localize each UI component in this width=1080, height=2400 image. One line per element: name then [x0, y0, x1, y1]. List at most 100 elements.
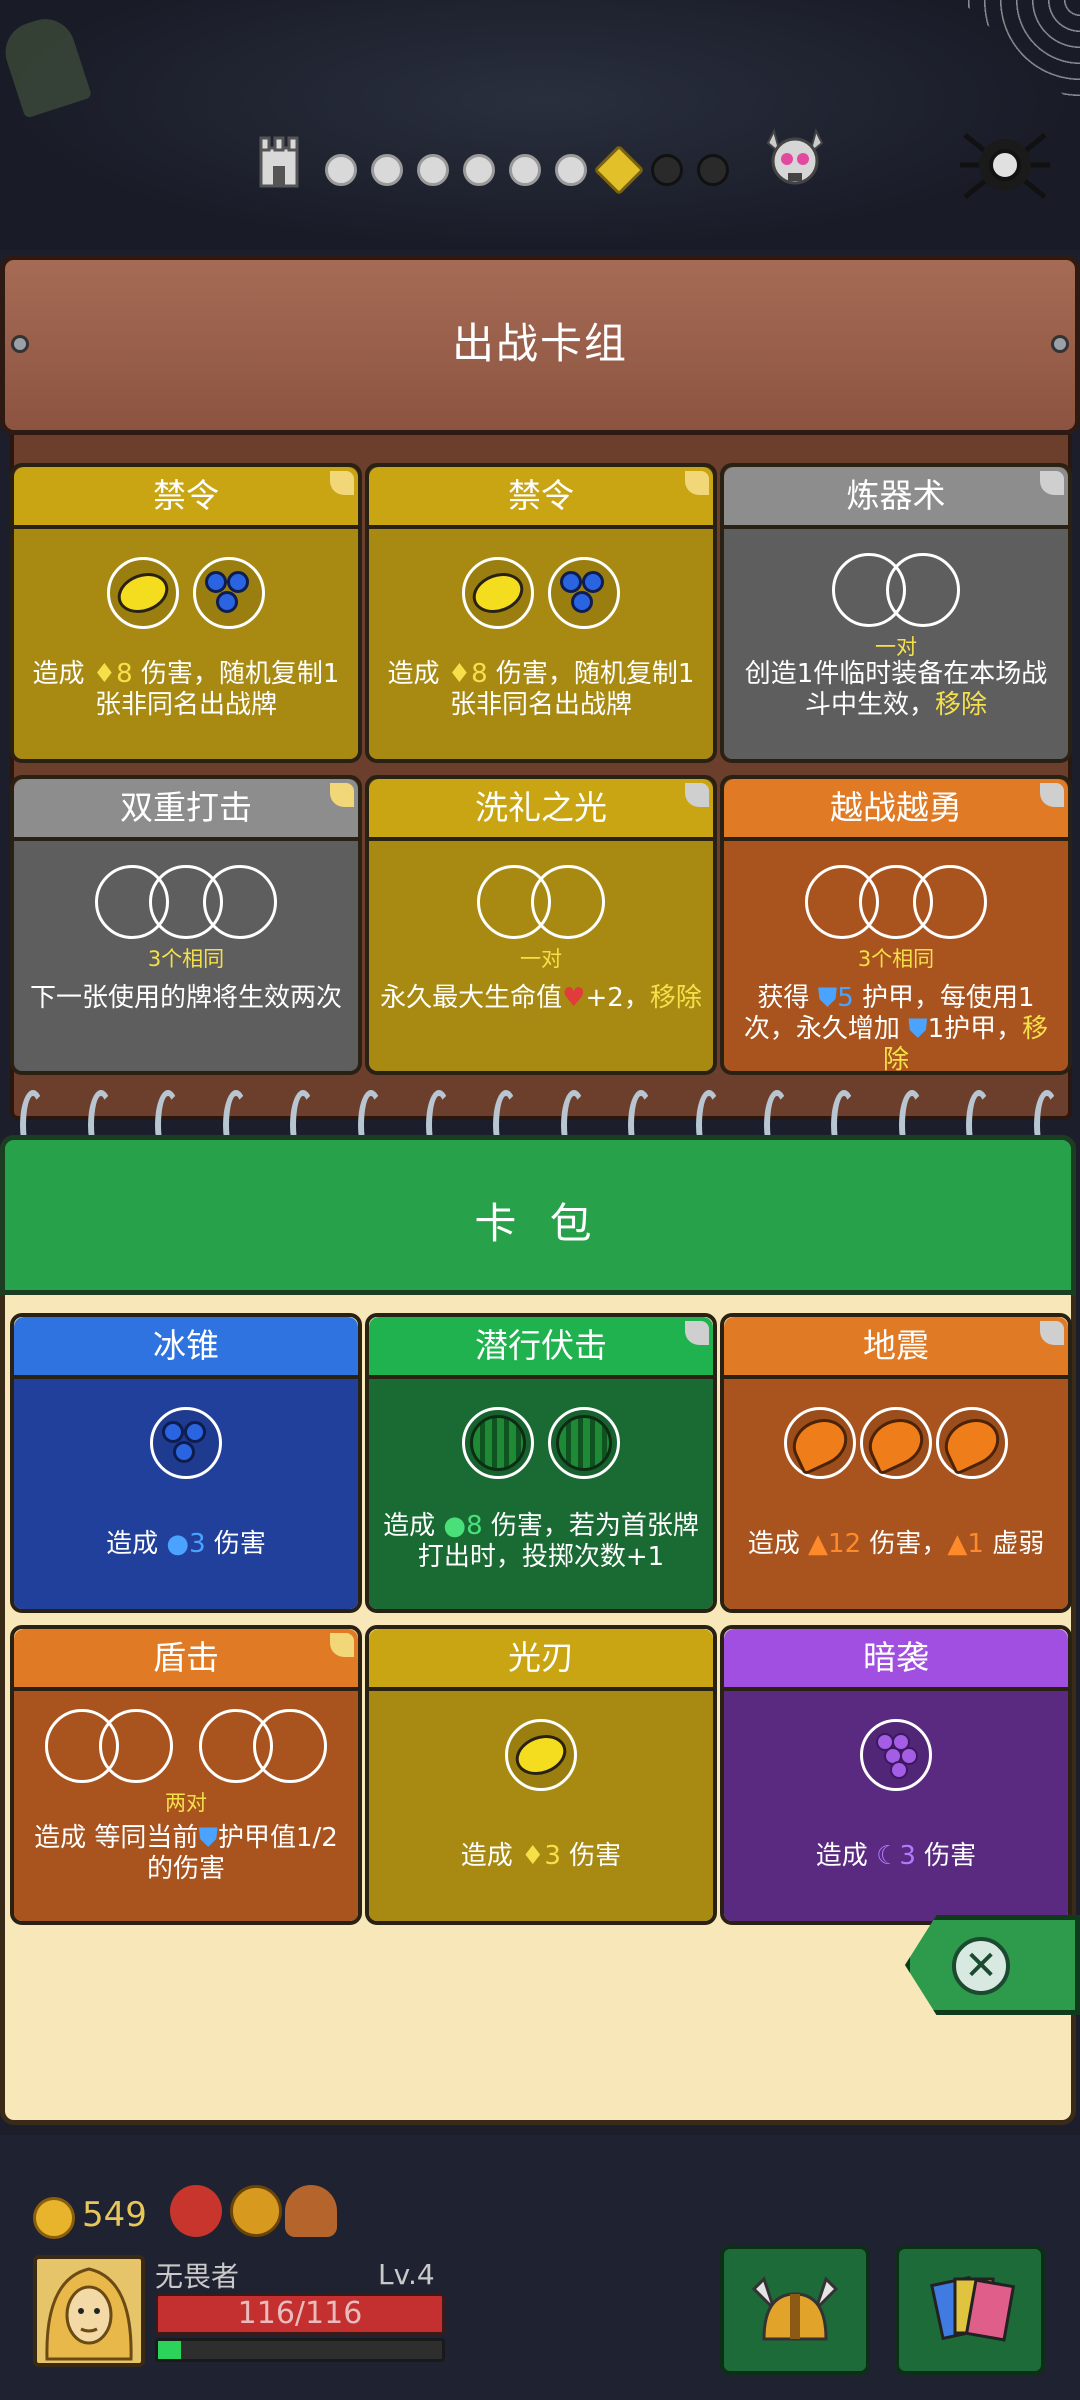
remove-tag: 移除 — [935, 690, 988, 720]
dice-slot — [462, 1407, 534, 1479]
shield-icon: ⛊ — [198, 1823, 218, 1853]
pack-card-qianxingfuji[interactable]: 潜行伏击 造成 ●8 伤害，若为首张牌打出时，投掷次数+1 — [365, 1313, 717, 1613]
slot-requirement: 两对 — [165, 1791, 207, 1815]
watermelon-icon — [556, 1415, 612, 1471]
pack-card-dizhen[interactable]: 地震 造成 ▲12 伤害，▲1 虚弱 — [720, 1313, 1072, 1613]
carrot-icon — [936, 1410, 1008, 1476]
map-node — [555, 154, 587, 186]
map-progress — [325, 140, 729, 200]
pack-card-bingzhui[interactable]: 冰锥 造成 ●3 伤害 — [10, 1313, 362, 1613]
map-node-locked — [651, 154, 683, 186]
quake-icon: ▲ — [808, 1529, 829, 1559]
card-description: 造成 ●3 伤害 — [106, 1529, 266, 1559]
watermelon-icon — [470, 1415, 526, 1471]
carrot-icon — [860, 1410, 932, 1476]
moon-icon: ☾ — [876, 1841, 900, 1871]
map-node-locked — [697, 154, 729, 186]
lemon-icon — [467, 566, 529, 620]
dice-slot — [107, 557, 179, 629]
map-node — [371, 154, 403, 186]
dice-slot — [860, 1407, 932, 1479]
cobweb-decoration — [960, 0, 1080, 110]
deck-title: 出战卡组 — [451, 319, 628, 368]
card-name: 暗袭 — [724, 1629, 1068, 1691]
card-name: 双重打击 — [14, 779, 358, 841]
remove-tag: 移除 — [649, 983, 702, 1013]
card-description: 造成 ☾3 伤害 — [815, 1841, 977, 1871]
equipment-button[interactable] — [720, 2245, 870, 2375]
empty-slot — [913, 865, 987, 939]
empty-slot — [99, 1709, 173, 1783]
slot-requirement: 一对 — [520, 947, 562, 971]
deck-card-lianqishu[interactable]: 炼器术 一对 创造1件临时装备在本场战斗中生效，移除 — [720, 463, 1072, 763]
card-description: 获得 ⛊5 护甲，每使用1次，永久增加 ⛊1护甲，移除 — [743, 983, 1049, 1075]
blueberry-icon — [203, 569, 255, 617]
boss-skull-icon[interactable] — [760, 125, 830, 195]
card-name: 禁令 — [369, 467, 713, 529]
empty-slot — [253, 1709, 327, 1783]
card-description: 造成 等同当前⛊护甲值1/2的伤害 — [34, 1823, 338, 1884]
pack-card-dunji[interactable]: 盾击 两对 造成 等同当前⛊护甲值1/2的伤害 — [10, 1625, 362, 1925]
relic-claw-icon[interactable] — [170, 2185, 222, 2237]
dice-slot — [462, 557, 534, 629]
card-name: 盾击 — [14, 1629, 358, 1691]
card-description: 下一张使用的牌将生效两次 — [29, 983, 342, 1013]
card-name: 洗礼之光 — [369, 779, 713, 841]
blueberry-icon — [558, 569, 610, 617]
cards-icon — [930, 2275, 1016, 2342]
card-name: 禁令 — [14, 467, 358, 529]
lemon-damage-icon: ♦ — [92, 659, 117, 689]
card-name: 越战越勇 — [724, 779, 1068, 841]
map-strip — [0, 0, 1080, 250]
hp-bar: 116/116 — [155, 2293, 445, 2335]
map-node — [325, 154, 357, 186]
map-node — [417, 154, 449, 186]
lemon-icon — [510, 1728, 572, 1782]
card-description: 永久最大生命值♥+2，移除 — [380, 983, 702, 1013]
slot-requirement: 3个相同 — [857, 947, 935, 971]
empty-slot — [531, 865, 605, 939]
lemon-damage-icon: ♦ — [521, 1841, 545, 1871]
dice-slot — [150, 1407, 222, 1479]
coin-count: 549 — [82, 2195, 147, 2235]
hero-level: Lv.4 — [378, 2258, 435, 2291]
deck-card-jinling-1[interactable]: 禁令 造成 ♦8 伤害，随机复制1张非同名出战牌 — [10, 463, 362, 763]
helmet-icon — [751, 2276, 839, 2341]
cards-button[interactable] — [895, 2245, 1045, 2375]
card-description: 造成 ♦3 伤害 — [460, 1841, 622, 1871]
card-description: 造成 ♦8 伤害，随机复制1张非同名出战牌 — [32, 659, 340, 720]
lemon-icon — [112, 566, 174, 620]
relic-medal-icon[interactable] — [230, 2185, 282, 2237]
heart-icon: ♥ — [562, 983, 586, 1013]
card-name: 炼器术 — [724, 467, 1068, 529]
grapes-icon — [870, 1729, 922, 1781]
map-node — [463, 154, 495, 186]
deck-card-jinling-2[interactable]: 禁令 造成 ♦8 伤害，随机复制1张非同名出战牌 — [365, 463, 717, 763]
xp-fill — [158, 2341, 181, 2359]
deck-card-xilizhiguang[interactable]: 洗礼之光 一对 永久最大生命值♥+2，移除 — [365, 775, 717, 1075]
hero-face-icon — [45, 2267, 133, 2361]
card-name: 地震 — [724, 1317, 1068, 1379]
dice-slot — [784, 1407, 856, 1479]
empty-slot — [886, 553, 960, 627]
settings-gear-icon[interactable] — [955, 115, 1055, 205]
lemon-damage-icon: ♦ — [447, 659, 472, 689]
deck-card-yuezhanyueyong[interactable]: 越战越勇 3个相同 获得 ⛊5 护甲，每使用1次，永久增加 ⛊1护甲，移除 — [720, 775, 1072, 1075]
pack-card-guangren[interactable]: 光刃 造成 ♦3 伤害 — [365, 1625, 717, 1925]
slot-requirement: 3个相同 — [147, 947, 225, 971]
card-name: 潜行伏击 — [369, 1317, 713, 1379]
card-description: 造成 ♦8 伤害，随机复制1张非同名出战牌 — [387, 659, 695, 720]
card-description: 创造1件临时装备在本场战斗中生效，移除 — [744, 659, 1048, 720]
close-icon[interactable]: ✕ — [952, 1937, 1010, 1995]
blueberry-icon — [160, 1419, 212, 1467]
pack-card-anxi[interactable]: 暗袭 造成 ☾3 伤害 — [720, 1625, 1072, 1925]
card-name: 冰锥 — [14, 1317, 358, 1379]
shield-icon: ⛊ — [817, 983, 838, 1013]
deck-card-shuangzhongdaji[interactable]: 双重打击 3个相同 下一张使用的牌将生效两次 — [10, 775, 362, 1075]
xp-bar — [155, 2338, 445, 2362]
card-description: 造成 ▲12 伤害，▲1 虚弱 — [747, 1529, 1045, 1559]
relic-food-icon[interactable] — [285, 2185, 337, 2237]
hero-portrait[interactable] — [33, 2255, 145, 2367]
leaf-icon: ● — [443, 1511, 467, 1541]
empty-slot — [203, 865, 277, 939]
